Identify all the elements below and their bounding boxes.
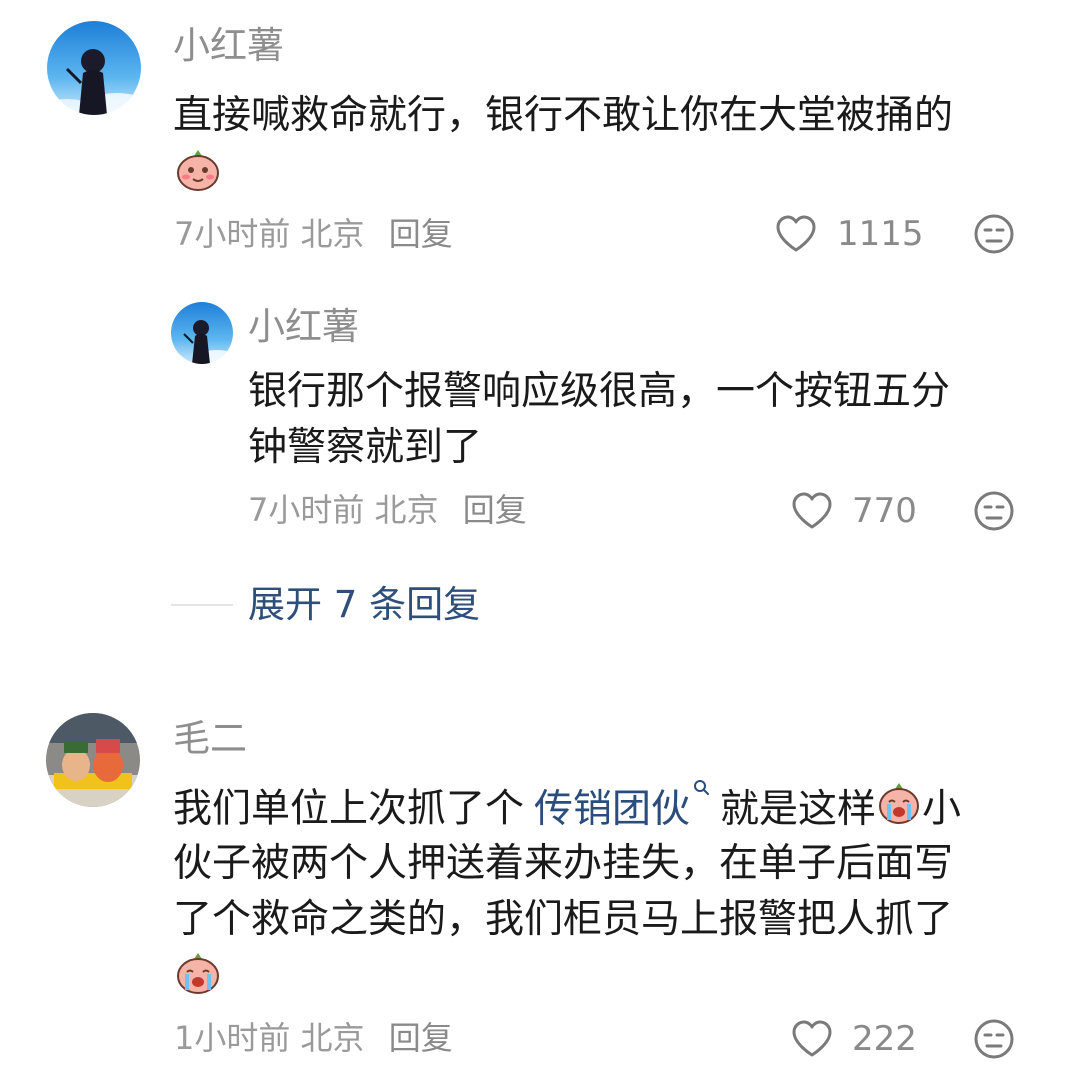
like-count: 1115 — [837, 214, 924, 254]
comment-location: 北京 — [300, 215, 365, 253]
avatar[interactable] — [47, 21, 141, 115]
search-icon[interactable] — [692, 758, 712, 814]
comment-text-segment: 小 — [922, 786, 962, 832]
expand-replies-button[interactable]: 展开 7 条回复 — [248, 583, 480, 627]
comment-text: 直接喊救命就行，银行不敢让你在大堂被捅的 — [173, 93, 954, 138]
meh-face-icon[interactable] — [973, 490, 1015, 536]
heart-outline-icon[interactable] — [791, 491, 833, 535]
comment-meta: 1小时前 北京 回复 — [174, 1018, 453, 1058]
comment-location: 北京 — [374, 491, 439, 529]
comment-meta: 7小时前 北京 回复 — [174, 214, 453, 254]
username[interactable]: 小红薯 — [173, 24, 284, 68]
comment-text-segment: 就是这样 — [720, 786, 877, 832]
comment-time: 7小时前 — [174, 215, 291, 253]
search-link[interactable]: 传销团伙 — [534, 787, 690, 832]
username[interactable]: 小红薯 — [248, 305, 359, 349]
comment-text: 钟警察就到了 — [248, 425, 483, 470]
comment-meta: 7小时前 北京 回复 — [248, 490, 527, 530]
like-count: 770 — [852, 491, 917, 531]
avatar[interactable] — [46, 713, 140, 807]
divider — [171, 604, 233, 606]
reply-button[interactable]: 回复 — [389, 1019, 453, 1057]
reply-button[interactable]: 回复 — [463, 491, 527, 529]
comment-text: 了个救命之类的，我们柜员马上报警把人抓了 — [173, 897, 954, 942]
comment-text: 伙子被两个人押送着来办挂失，在单子后面写 — [173, 841, 954, 886]
like-count: 222 — [852, 1019, 917, 1059]
comment-time: 7小时前 — [248, 491, 365, 529]
meh-face-icon[interactable] — [973, 1018, 1015, 1064]
reply-button[interactable]: 回复 — [389, 215, 453, 253]
crying-sticker-icon — [876, 780, 922, 842]
tearful-blush-sticker-icon — [174, 146, 222, 196]
avatar[interactable] — [171, 302, 233, 364]
comment-text-segment: 我们单位上次抓了个 — [173, 786, 525, 832]
comment-text: 银行那个报警响应级很高，一个按钮五分 — [248, 369, 951, 414]
comment-time: 1小时前 — [174, 1019, 291, 1057]
heart-outline-icon[interactable] — [791, 1019, 833, 1063]
comment-location: 北京 — [300, 1019, 365, 1057]
heart-outline-icon[interactable] — [775, 214, 817, 258]
username[interactable]: 毛二 — [173, 717, 247, 761]
crying-sticker-icon — [174, 950, 222, 1000]
meh-face-icon[interactable] — [973, 213, 1015, 259]
comment-text: 我们单位上次抓了个 传销团伙 就是这样小 — [173, 780, 961, 842]
